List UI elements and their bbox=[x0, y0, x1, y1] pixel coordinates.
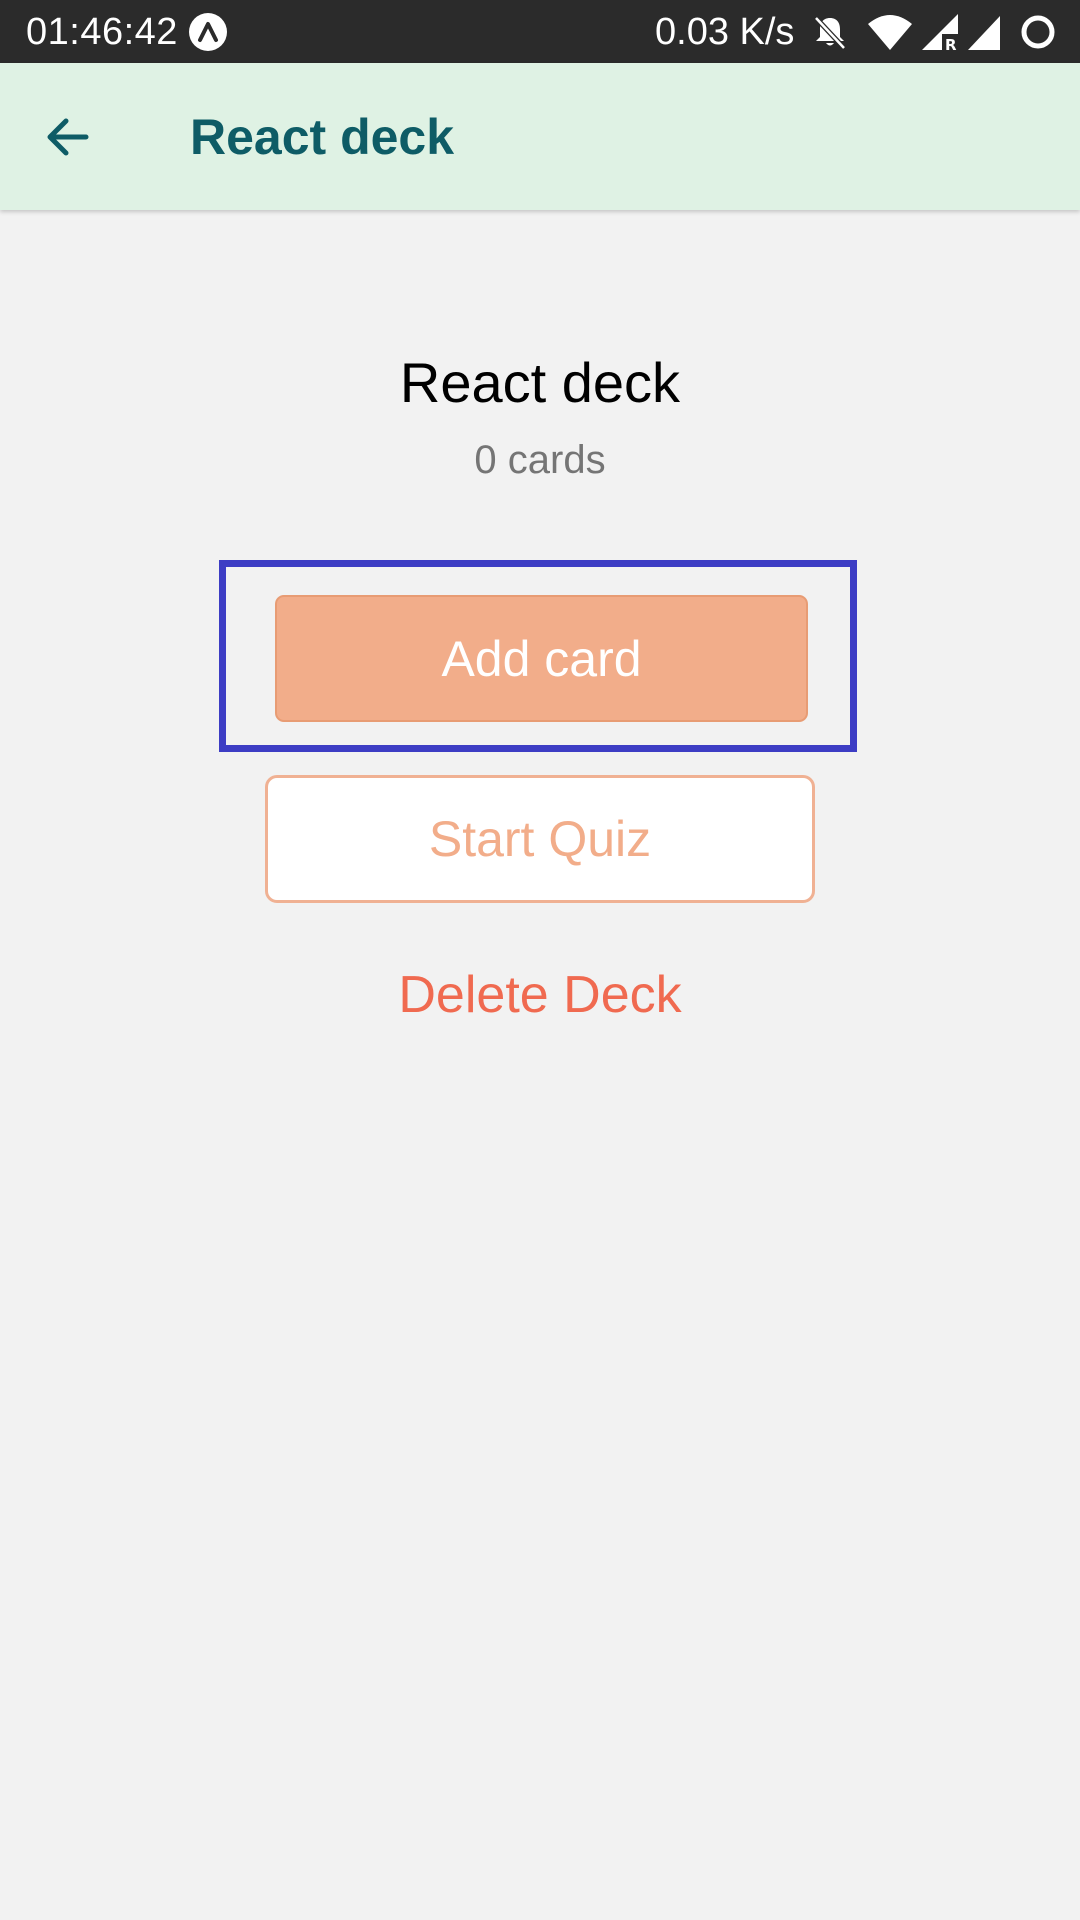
start-quiz-button[interactable]: Start Quiz bbox=[265, 775, 815, 903]
svg-text:R: R bbox=[945, 36, 957, 52]
bell-off-icon bbox=[814, 16, 846, 50]
deck-card-count: 0 cards bbox=[474, 438, 606, 482]
deck-detail-screen: 01:46:42 0.03 K/s R React deck React dec… bbox=[0, 0, 1080, 1920]
wifi-icon bbox=[868, 15, 912, 50]
network-speed: 0.03 K/s bbox=[655, 11, 795, 53]
signal-icon bbox=[968, 16, 1000, 50]
app-notification-icon bbox=[189, 13, 227, 51]
back-button[interactable] bbox=[30, 99, 106, 175]
status-bar: 01:46:42 0.03 K/s R bbox=[0, 0, 1080, 63]
add-card-button[interactable]: Add card bbox=[275, 595, 808, 722]
delete-deck-button[interactable]: Delete Deck bbox=[340, 955, 740, 1035]
app-bar-title: React deck bbox=[190, 109, 455, 165]
signal-roaming-icon: R bbox=[922, 14, 960, 52]
app-bar: React deck bbox=[0, 63, 1080, 210]
deck-title: React deck bbox=[399, 351, 681, 414]
arrow-back-icon bbox=[47, 118, 89, 156]
status-time: 01:46:42 bbox=[26, 11, 178, 53]
battery-ring-icon bbox=[1021, 15, 1055, 49]
